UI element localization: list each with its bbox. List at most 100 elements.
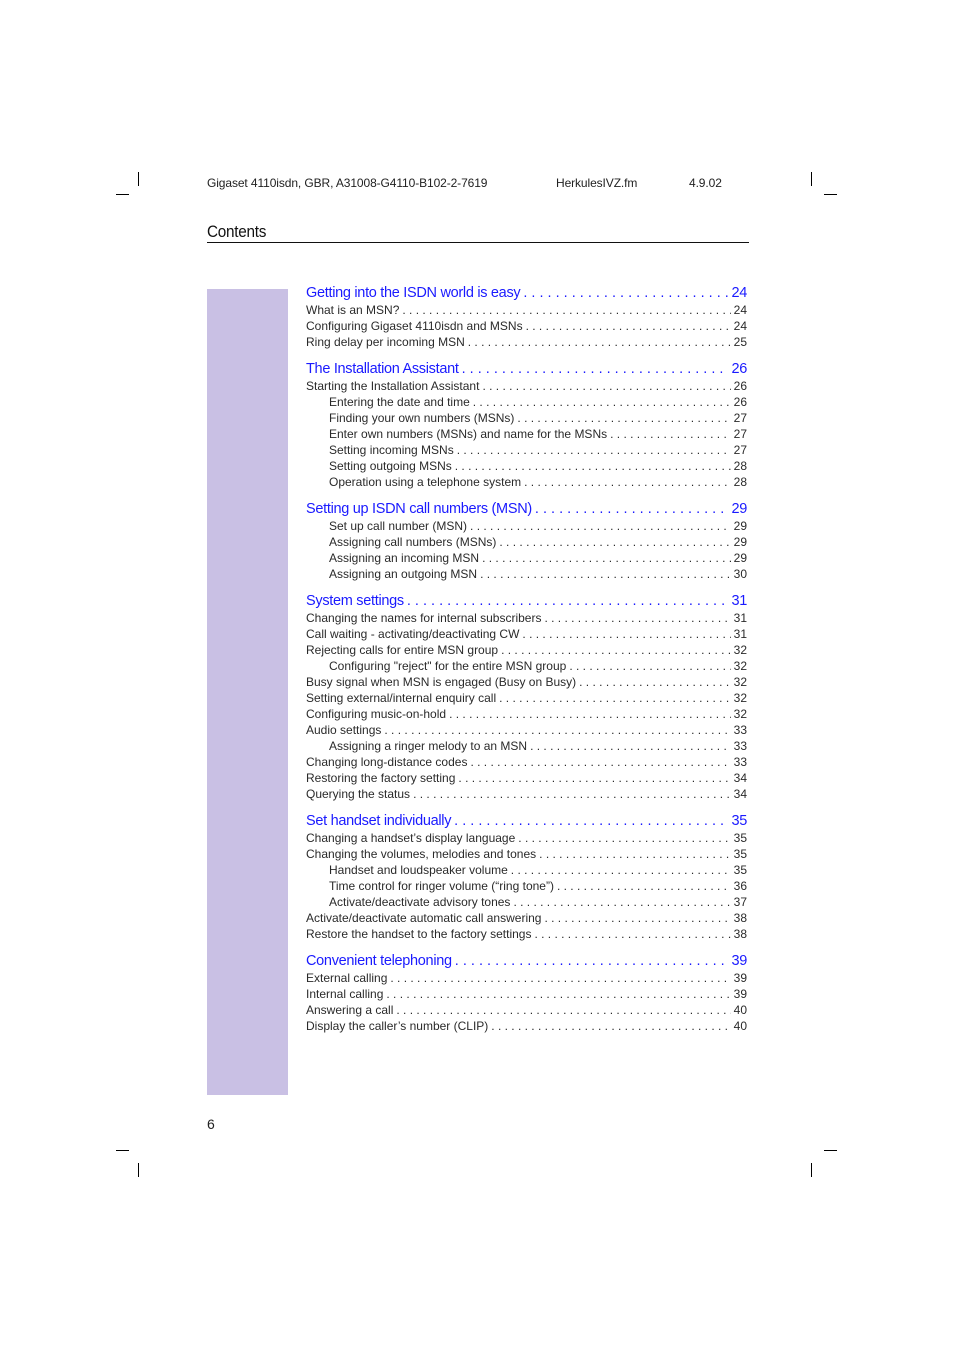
- toc-entry[interactable]: Assigning an incoming MSN 29: [306, 550, 747, 566]
- toc-entry-label: Assigning call numbers (MSNs): [329, 535, 497, 549]
- toc-chapter-link[interactable]: Convenient telephoning 39: [306, 952, 747, 970]
- toc-entry[interactable]: Assigning an outgoing MSN 30: [306, 566, 747, 582]
- toc-entry[interactable]: Changing long-distance codes 33: [306, 754, 747, 770]
- toc-entry-page: 33: [733, 755, 747, 769]
- toc-entry-label: Busy signal when MSN is engaged (Busy on…: [306, 675, 577, 689]
- toc-entry[interactable]: Restoring the factory setting 34: [306, 770, 747, 786]
- dot-leader: [530, 738, 731, 754]
- toc-entry-page: 34: [733, 771, 747, 785]
- toc-entry[interactable]: Activate/deactivate advisory tones 37: [306, 894, 747, 910]
- dot-leader: [455, 458, 731, 474]
- toc-entry[interactable]: Rejecting calls for entire MSN group 32: [306, 642, 747, 658]
- toc-entry-page: 39: [733, 971, 747, 985]
- toc-entry-label: Enter own numbers (MSNs) and name for th…: [329, 427, 608, 441]
- dot-leader: [407, 592, 729, 610]
- toc-entry-page: 40: [733, 1019, 747, 1033]
- toc-entry[interactable]: Setting outgoing MSNs 28: [306, 458, 747, 474]
- crop-mark-bottom-left-horizontal: [116, 1150, 129, 1151]
- toc-section: The Installation Assistant26Starting the…: [306, 360, 747, 490]
- page-number: 6: [207, 1116, 215, 1132]
- toc-entry[interactable]: Changing the volumes, melodies and tones…: [306, 846, 747, 862]
- toc-entry-label: Assigning an outgoing MSN: [329, 567, 478, 581]
- toc-entry-label: Changing the volumes, melodies and tones: [306, 847, 537, 861]
- dot-leader: [522, 626, 730, 642]
- toc-entry[interactable]: Busy signal when MSN is engaged (Busy on…: [306, 674, 747, 690]
- toc-entry[interactable]: Assigning a ringer melody to an MSN 33: [306, 738, 747, 754]
- toc-entry[interactable]: Changing a handset’s display language 35: [306, 830, 747, 846]
- toc-entry[interactable]: Configuring music-on-hold 32: [306, 706, 747, 722]
- toc-entry[interactable]: Starting the Installation Assistant 26: [306, 378, 747, 394]
- toc-entry[interactable]: Activate/deactivate automatic call answe…: [306, 910, 747, 926]
- toc-entry[interactable]: Set up call number (MSN) 29: [306, 518, 747, 534]
- toc-entry[interactable]: Audio settings 33: [306, 722, 747, 738]
- dot-leader: [482, 550, 731, 566]
- dot-leader: [499, 690, 731, 706]
- toc-entry-page: 32: [733, 707, 747, 721]
- dot-leader: [569, 658, 730, 674]
- toc-entry[interactable]: Handset and loudspeaker volume 35: [306, 862, 747, 878]
- toc-entry-label: Querying the status: [306, 787, 411, 801]
- toc-entry[interactable]: Changing the names for internal subscrib…: [306, 610, 747, 626]
- toc-chapter-page: 24: [731, 285, 747, 301]
- side-band: [207, 289, 288, 1095]
- toc-entry-label: Configuring music-on-hold: [306, 707, 447, 721]
- dot-leader: [390, 970, 730, 986]
- toc-entry[interactable]: External calling 39: [306, 970, 747, 986]
- toc-entry-page: 28: [733, 459, 747, 473]
- dot-leader: [449, 706, 731, 722]
- toc-entry[interactable]: Configuring Gigaset 4110isdn and MSNs 24: [306, 318, 747, 334]
- toc-entry-page: 29: [733, 551, 747, 565]
- toc-entry-page: 31: [733, 627, 747, 641]
- dot-leader: [482, 378, 730, 394]
- toc-chapter-link[interactable]: Getting into the ISDN world is easy 24: [306, 284, 747, 302]
- toc-entry[interactable]: Internal calling 39: [306, 986, 747, 1002]
- toc-section: System settings 31 Changing the names for …: [306, 592, 747, 802]
- dot-leader: [384, 722, 730, 738]
- toc-entry-label: Ring delay per incoming MSN: [306, 335, 465, 349]
- toc-entry-page: 27: [733, 411, 747, 425]
- toc-entry[interactable]: Ring delay per incoming MSN 25: [306, 334, 747, 350]
- toc-entry-label: Setting incoming MSNs: [329, 443, 454, 457]
- dot-leader: [458, 770, 730, 786]
- toc-entry[interactable]: Time control for ringer volume (“ring to…: [306, 878, 747, 894]
- toc-entry-label: Time control for ringer volume (“ring to…: [329, 879, 554, 893]
- toc-chapter-link[interactable]: Set handset individually 35: [306, 812, 747, 830]
- table-of-contents: Getting into the ISDN world is easy24Wha…: [306, 284, 747, 1044]
- toc-entry[interactable]: Entering the date and time 26: [306, 394, 747, 410]
- toc-entry[interactable]: Enter own numbers (MSNs) and name for th…: [306, 426, 747, 442]
- dot-leader: [517, 410, 730, 426]
- toc-entry-page: 32: [733, 675, 747, 689]
- toc-chapter-title: System settings: [306, 593, 404, 609]
- toc-entry-label: Handset and loudspeaker volume: [329, 863, 508, 877]
- crop-mark-top-right-vertical: [811, 172, 812, 186]
- toc-entry[interactable]: Restore the handset to the factory setti…: [306, 926, 747, 942]
- toc-entry-label: Internal calling: [306, 987, 384, 1001]
- toc-entry-label: What is an MSN?: [306, 303, 400, 317]
- toc-entry[interactable]: Display the caller’s number (CLIP) 40: [306, 1018, 747, 1034]
- toc-chapter-link[interactable]: The Installation Assistant 26: [306, 360, 747, 378]
- toc-entry[interactable]: Finding your own numbers (MSNs) 27: [306, 410, 747, 426]
- toc-entry[interactable]: Setting incoming MSNs 27: [306, 442, 747, 458]
- toc-entry-label: Setting outgoing MSNs: [329, 459, 452, 473]
- toc-chapter-link[interactable]: System settings 31: [306, 592, 747, 610]
- toc-chapter-link[interactable]: Setting up ISDN call numbers (MSN) 29: [306, 500, 747, 518]
- toc-entry-label: Restoring the factory setting: [306, 771, 456, 785]
- dot-leader: [523, 284, 728, 302]
- toc-entry-page: 31: [733, 611, 747, 625]
- toc-entry[interactable]: Configuring "reject" for the entire MSN …: [306, 658, 747, 674]
- toc-entry-page: 33: [733, 723, 747, 737]
- toc-entry[interactable]: Setting external/internal enquiry call 32: [306, 690, 747, 706]
- toc-entry-label: Display the caller’s number (CLIP): [306, 1019, 489, 1033]
- toc-entry[interactable]: Assigning call numbers (MSNs) 29: [306, 534, 747, 550]
- toc-entry[interactable]: Answering a call 40: [306, 1002, 747, 1018]
- toc-entry-page: 24: [733, 303, 747, 317]
- toc-entry[interactable]: What is an MSN? 24: [306, 302, 747, 318]
- toc-chapter-title: Set handset individually: [306, 813, 452, 829]
- document-date: 4.9.02: [689, 176, 722, 190]
- toc-section: Set handset individually35Changing a han…: [306, 812, 747, 942]
- toc-entry[interactable]: Call waiting - activating/deactivating C…: [306, 626, 747, 642]
- toc-entry[interactable]: Querying the status 34: [306, 786, 747, 802]
- toc-entry[interactable]: Operation using a telephone system 28: [306, 474, 747, 490]
- crop-mark-top-left-horizontal: [116, 194, 129, 195]
- dot-leader: [511, 862, 731, 878]
